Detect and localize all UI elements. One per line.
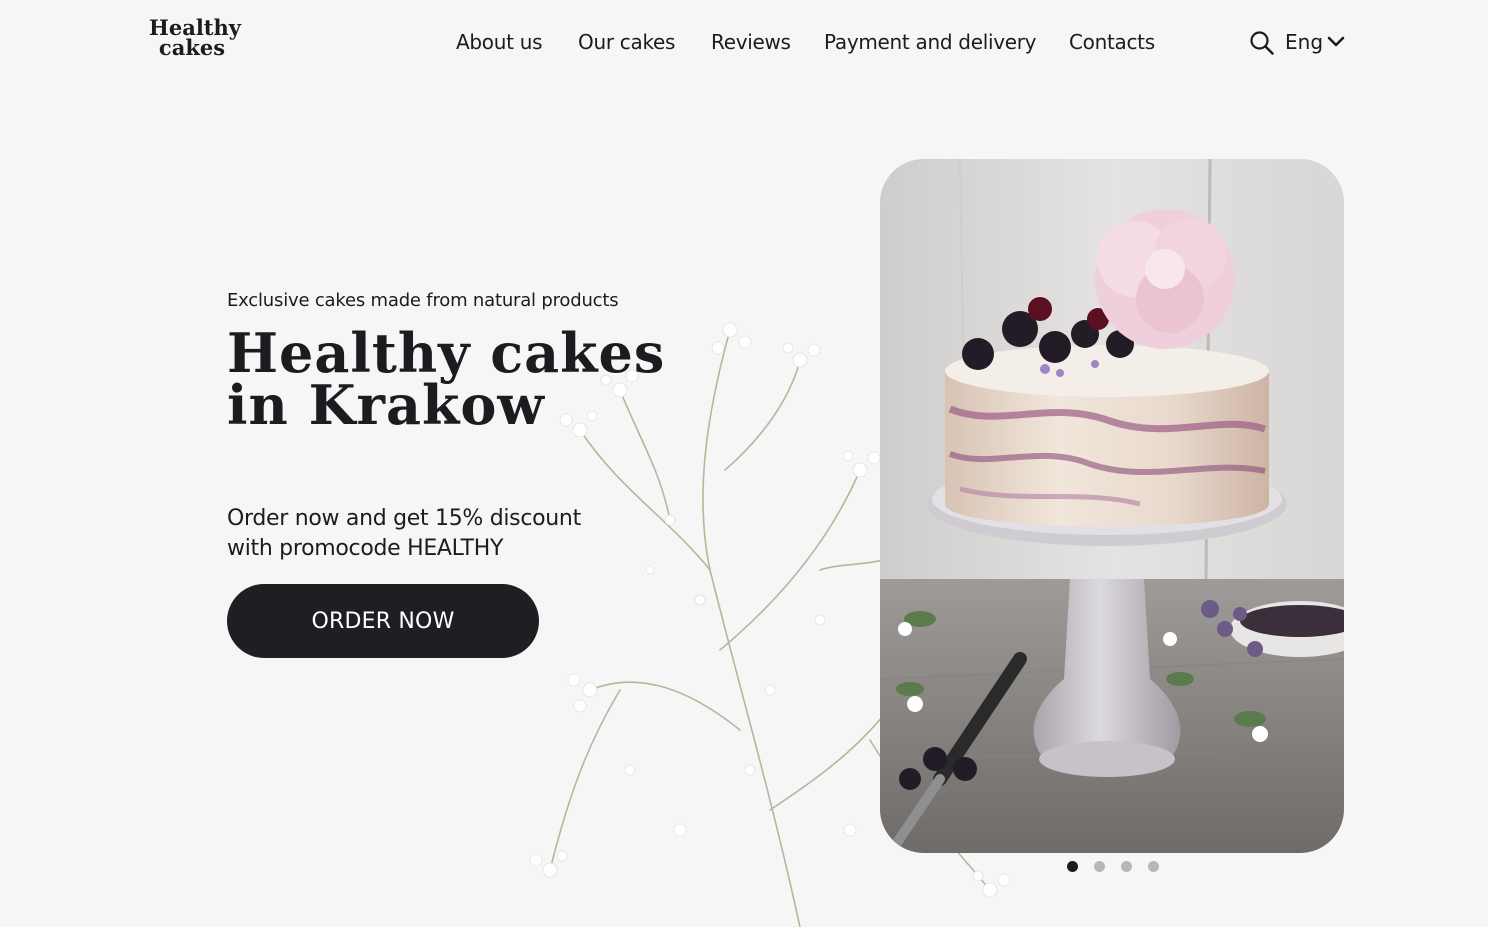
logo[interactable]: Healthy cakes <box>145 17 245 58</box>
carousel-dot-3[interactable] <box>1121 861 1132 872</box>
search-icon[interactable] <box>1249 30 1275 56</box>
nav-contacts[interactable]: Contacts <box>1069 29 1155 55</box>
hero-tagline: Exclusive cakes made from natural produc… <box>227 290 619 311</box>
carousel-dot-1[interactable] <box>1067 861 1078 872</box>
cake-image <box>880 159 1344 853</box>
nav-our-cakes[interactable]: Our cakes <box>578 29 675 55</box>
promo-text: Order now and get 15% discount with prom… <box>227 504 647 564</box>
logo-line-2: cakes <box>158 35 226 60</box>
nav-reviews[interactable]: Reviews <box>711 29 791 55</box>
hero-headline-line-2: in Krakow <box>227 373 545 437</box>
carousel-dots <box>1067 861 1159 872</box>
nav-payment-and-delivery[interactable]: Payment and delivery <box>824 29 1037 55</box>
carousel-dot-2[interactable] <box>1094 861 1105 872</box>
language-label: Eng <box>1285 30 1324 54</box>
promo-line-1: Order now and get 15% discount <box>227 506 581 531</box>
hero-headline: Healthy cakes in Krakow <box>227 321 747 437</box>
carousel-dot-4[interactable] <box>1148 861 1159 872</box>
language-selector[interactable]: Eng <box>1285 29 1345 55</box>
hero-headline-line-1: Healthy cakes <box>227 321 666 385</box>
nav-about-us[interactable]: About us <box>456 29 542 55</box>
order-now-button[interactable]: ORDER NOW <box>227 584 539 658</box>
promo-line-2: with promocode HEALTHY <box>227 536 504 561</box>
chevron-down-icon <box>1327 36 1345 47</box>
